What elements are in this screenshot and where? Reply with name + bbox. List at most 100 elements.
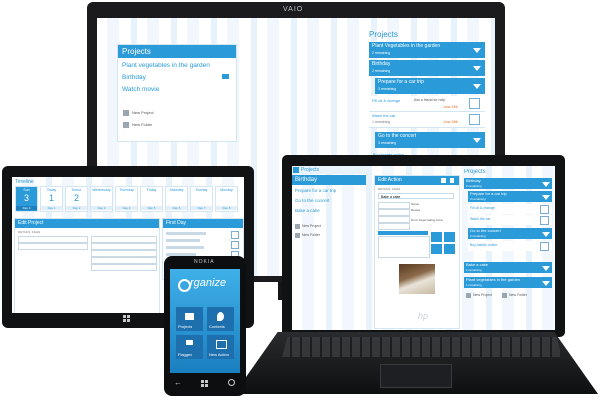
task-checkbox[interactable]: [540, 242, 549, 251]
new-project-button[interactable]: New Project: [132, 110, 154, 115]
project-row[interactable]: Plant vegetables in the garden 1 remaini…: [464, 277, 552, 288]
task-checkbox[interactable]: [469, 98, 480, 109]
delete-icon[interactable]: [450, 178, 454, 183]
task-checkbox[interactable]: [540, 216, 549, 225]
task-checkbox[interactable]: [469, 114, 480, 125]
project-item[interactable]: Watch movie: [122, 86, 159, 93]
task-sub: 1 remaining: [372, 120, 391, 124]
windows-logo-icon[interactable]: [123, 315, 131, 323]
project-row[interactable]: Bake a cake 1 remaining: [464, 262, 552, 273]
details-tabs[interactable]: DETAILS: FILES: [18, 230, 40, 234]
day-tile[interactable]: Today 1 Day 1: [40, 186, 63, 212]
action-tile[interactable]: [444, 244, 455, 254]
form-field[interactable]: [378, 209, 410, 216]
new-folder-button[interactable]: New Folder: [302, 233, 320, 237]
action-tile[interactable]: [431, 232, 442, 242]
form-field[interactable]: [91, 243, 157, 250]
touchpad[interactable]: [380, 364, 452, 388]
back-icon[interactable]: ←: [174, 378, 182, 387]
project-row[interactable]: Birthday 2 remaining: [369, 60, 485, 76]
day-tile[interactable]: Saturday Day 6: [165, 186, 188, 212]
action-name-field[interactable]: Bake a cake: [378, 193, 454, 199]
project-item[interactable]: Go to the concert: [295, 198, 330, 203]
task-row[interactable]: Wash the car: [468, 215, 552, 225]
task-row[interactable]: Wash the car 1 remaining June 26th: [369, 112, 485, 128]
project-row-sub: 3 remaining: [378, 87, 397, 91]
tile-flagged[interactable]: Flagged: [176, 335, 203, 359]
project-row-label: Plant Vegetables in the garden: [372, 43, 441, 49]
day-tile[interactable]: Friday Day 5: [140, 186, 163, 212]
task-checkbox[interactable]: [231, 231, 239, 239]
chevron-down-icon[interactable]: [473, 66, 481, 71]
edit-project-panel: Edit Project DETAILS: FILES: [14, 218, 160, 313]
project-item[interactable]: Plant vegetables in the garden: [122, 62, 210, 69]
edit-action-header: Edit Action: [375, 176, 459, 185]
project-row[interactable]: Go to the concert 3 remaining: [375, 132, 485, 148]
chevron-down-icon[interactable]: [542, 182, 550, 187]
windows-logo-icon[interactable]: [201, 380, 208, 387]
new-project-button[interactable]: New Project: [473, 293, 492, 297]
task-row[interactable]: Buy tickets online: [468, 241, 552, 251]
project-row-label: Birthday: [466, 178, 481, 183]
day-sub: Day 3: [91, 206, 112, 210]
tile-contexts[interactable]: Contexts: [207, 307, 234, 331]
project-row[interactable]: Prepare for a car trip 3 remaining: [468, 191, 552, 202]
task-checkbox[interactable]: [231, 241, 239, 249]
app-logo: rganize: [190, 277, 227, 289]
form-field[interactable]: [91, 264, 157, 271]
form-field[interactable]: [378, 223, 410, 230]
context-list[interactable]: [378, 236, 430, 258]
new-folder-button[interactable]: New Folder: [509, 293, 527, 297]
search-icon[interactable]: [228, 379, 235, 386]
new-project-icon: [295, 224, 300, 229]
right-projects-title: Projects: [369, 30, 398, 39]
day-tile[interactable]: Sunday Day 7: [190, 186, 213, 212]
action-tile[interactable]: [431, 244, 442, 254]
form-field[interactable]: [91, 236, 157, 243]
action-tile[interactable]: [444, 232, 455, 242]
first-day-title: First Day: [163, 219, 243, 228]
project-item[interactable]: Birthday: [122, 74, 146, 81]
tile-projects[interactable]: Projects: [176, 307, 203, 331]
project-row[interactable]: Prepare for a car trip 3 remaining: [375, 78, 485, 94]
save-icon[interactable]: [441, 178, 446, 183]
task-line[interactable]: [166, 239, 200, 242]
project-row[interactable]: Go to the concert 2 remaining: [468, 228, 552, 239]
new-folder-button[interactable]: New Folder: [132, 122, 152, 127]
details-tabs[interactable]: DETAILS: FILES: [378, 187, 400, 191]
birthday-bar[interactable]: Birthday: [292, 175, 366, 185]
list-item[interactable]: Recipe: [411, 208, 420, 212]
chevron-down-icon[interactable]: [473, 84, 481, 89]
chevron-down-icon[interactable]: [542, 281, 550, 286]
form-field[interactable]: [18, 243, 88, 250]
tile-new-action[interactable]: New Action: [207, 335, 234, 359]
day-tile[interactable]: Tomor. 2 Day 2: [65, 186, 88, 212]
form-field[interactable]: [91, 250, 157, 257]
day-tile[interactable]: Sun 3 Day 0: [15, 186, 38, 212]
day-tile[interactable]: Monday Day 8: [215, 186, 238, 212]
form-field[interactable]: [378, 216, 410, 223]
project-row[interactable]: Birthday 2 remaining: [464, 178, 552, 189]
project-item[interactable]: Prepare for a car trip: [295, 188, 336, 193]
task-due: June 24th: [443, 105, 459, 109]
chevron-down-icon[interactable]: [542, 232, 550, 237]
form-field[interactable]: [378, 202, 410, 209]
attached-photo[interactable]: [399, 264, 435, 294]
day-tile[interactable]: Thursday Day 4: [115, 186, 138, 212]
new-project-button[interactable]: New Project: [302, 224, 321, 228]
new-folder-icon: [502, 293, 507, 298]
task-line[interactable]: [166, 246, 204, 249]
chevron-down-icon[interactable]: [542, 195, 550, 200]
chevron-down-icon[interactable]: [542, 266, 550, 271]
day-tile[interactable]: Wednesday Day 3: [90, 186, 113, 212]
project-row[interactable]: Plant Vegetables in the garden 2 remaini…: [369, 42, 485, 58]
task-checkbox[interactable]: [540, 205, 549, 214]
task-row[interactable]: Fill oil & change Ask a friend for help …: [369, 96, 485, 112]
task-line[interactable]: [166, 232, 206, 235]
form-field[interactable]: [91, 257, 157, 264]
chevron-down-icon[interactable]: [473, 48, 481, 53]
task-row[interactable]: Fill oil & change: [468, 204, 552, 214]
form-field[interactable]: [18, 236, 88, 243]
project-item[interactable]: Bake a cake: [295, 208, 320, 213]
chevron-down-icon[interactable]: [473, 138, 481, 143]
